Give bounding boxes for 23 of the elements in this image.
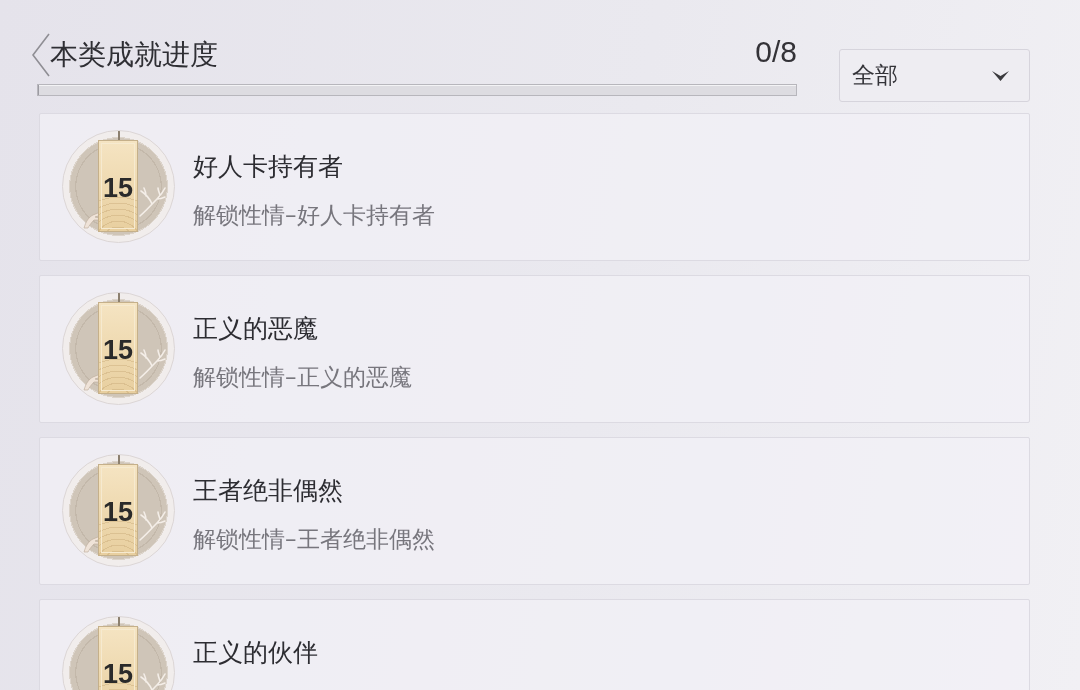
achievement-card[interactable]: 15 正义的伙伴 bbox=[39, 599, 1030, 690]
achievement-card[interactable]: 15 正义的恶魔 解锁性情–正义的恶魔 bbox=[39, 275, 1030, 423]
branch-icon bbox=[139, 349, 166, 379]
caret-icon bbox=[992, 70, 1009, 81]
section-title: 本类成就进度 bbox=[50, 37, 218, 73]
progress-count: 0/8 bbox=[755, 35, 797, 69]
achievement-title: 正义的恶魔 bbox=[193, 314, 319, 344]
achievement-description: 解锁性情–正义的恶魔 bbox=[193, 364, 412, 390]
achievement-title: 正义的伙伴 bbox=[193, 638, 318, 668]
achievement-title: 王者绝非偶然 bbox=[193, 476, 344, 506]
back-icon[interactable] bbox=[32, 33, 50, 77]
achievement-card[interactable]: 15 王者绝非偶然 解锁性情–王者绝非偶然 bbox=[39, 437, 1030, 585]
achievement-description: 解锁性情–好人卡持有者 bbox=[193, 202, 435, 228]
branch-icon bbox=[139, 511, 166, 541]
filter-dropdown[interactable]: 全部 bbox=[839, 49, 1030, 102]
achievement-title: 好人卡持有者 bbox=[193, 152, 344, 182]
branch-icon bbox=[139, 187, 166, 217]
level-tag: 15 bbox=[98, 626, 138, 690]
achievement-card[interactable]: 15 好人卡持有者 解锁性情–好人卡持有者 bbox=[39, 113, 1030, 261]
achievement-description: 解锁性情–王者绝非偶然 bbox=[193, 526, 435, 552]
level-tag: 15 bbox=[98, 302, 138, 394]
level-tag: 15 bbox=[98, 464, 138, 556]
level-tag: 15 bbox=[98, 140, 138, 232]
